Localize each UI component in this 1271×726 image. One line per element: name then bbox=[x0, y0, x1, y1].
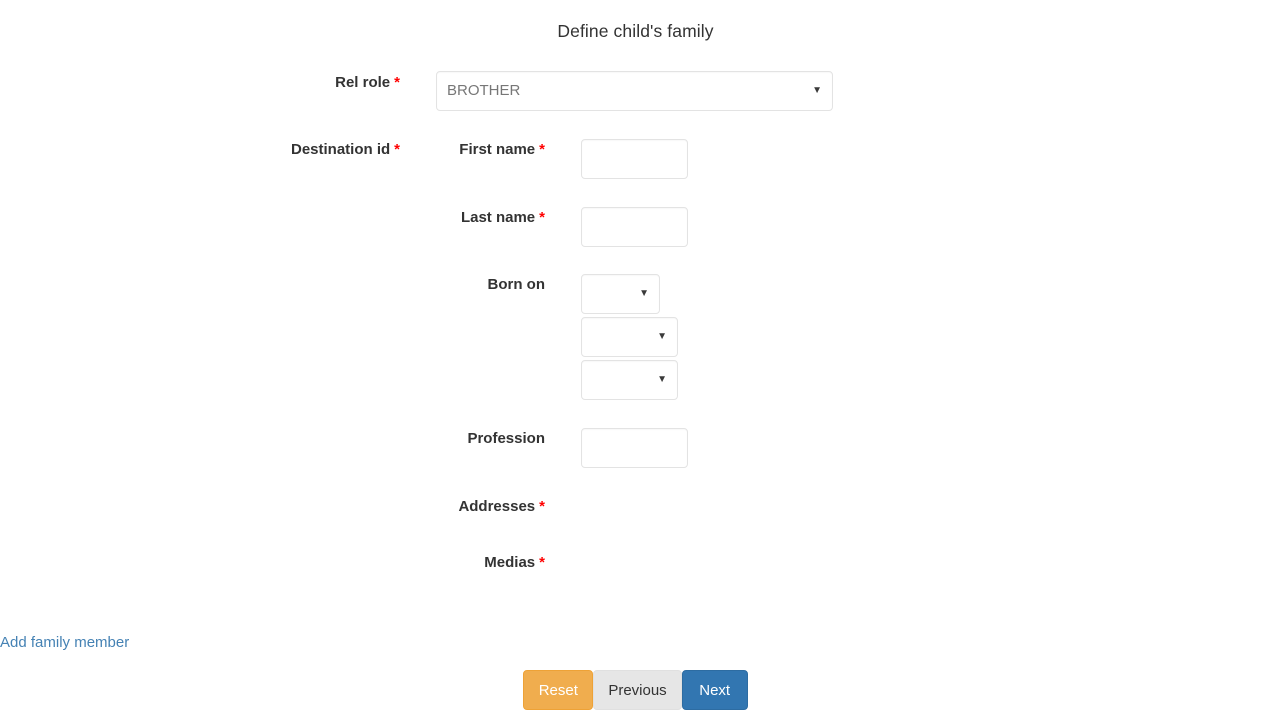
required-asterisk: * bbox=[539, 498, 545, 515]
born-on-year-select-wrapper[interactable]: ▼ bbox=[581, 360, 678, 400]
required-asterisk: * bbox=[539, 141, 545, 158]
born-on-day-select[interactable] bbox=[581, 274, 660, 314]
addresses-label: Addresses * bbox=[0, 497, 545, 517]
born-on-label-text: Born on bbox=[487, 276, 546, 293]
last-name-label: Last name * bbox=[0, 208, 545, 228]
born-on-month-select-wrapper[interactable]: ▼ bbox=[581, 317, 678, 357]
required-asterisk: * bbox=[539, 554, 545, 571]
addresses-label-text: Addresses bbox=[458, 498, 536, 515]
form-page: Define child's family Rel role * BROTHER … bbox=[0, 0, 1271, 726]
profession-label-text: Profession bbox=[467, 430, 545, 447]
last-name-label-text: Last name bbox=[460, 209, 536, 226]
first-name-input[interactable] bbox=[581, 139, 688, 179]
medias-label: Medias * bbox=[0, 553, 545, 573]
born-on-day-select-wrapper[interactable]: ▼ bbox=[581, 274, 660, 314]
page-title: Define child's family bbox=[557, 21, 714, 41]
next-button[interactable]: Next bbox=[681, 670, 748, 710]
medias-label-text: Medias bbox=[484, 554, 536, 571]
born-on-month-select[interactable] bbox=[581, 317, 678, 357]
add-family-member-link[interactable]: Add family member bbox=[0, 634, 129, 651]
born-on-label: Born on bbox=[0, 275, 546, 295]
first-name-label: First name * bbox=[0, 140, 545, 160]
rel-role-label-text: Rel role bbox=[335, 74, 391, 91]
born-on-year-select[interactable] bbox=[581, 360, 678, 400]
required-asterisk: * bbox=[394, 74, 400, 91]
rel-role-select-wrapper[interactable]: BROTHER ▼ bbox=[436, 71, 833, 111]
first-name-label-text: First name bbox=[459, 141, 536, 158]
profession-label: Profession bbox=[0, 429, 545, 449]
previous-button[interactable]: Previous bbox=[593, 670, 682, 710]
rel-role-label: Rel role * bbox=[0, 73, 400, 93]
profession-input[interactable] bbox=[581, 428, 688, 468]
rel-role-select[interactable]: BROTHER bbox=[436, 71, 833, 111]
required-asterisk: * bbox=[539, 209, 545, 226]
form-action-bar: Reset Previous Next bbox=[0, 670, 1271, 710]
last-name-input[interactable] bbox=[581, 207, 688, 247]
reset-button[interactable]: Reset bbox=[523, 670, 594, 710]
